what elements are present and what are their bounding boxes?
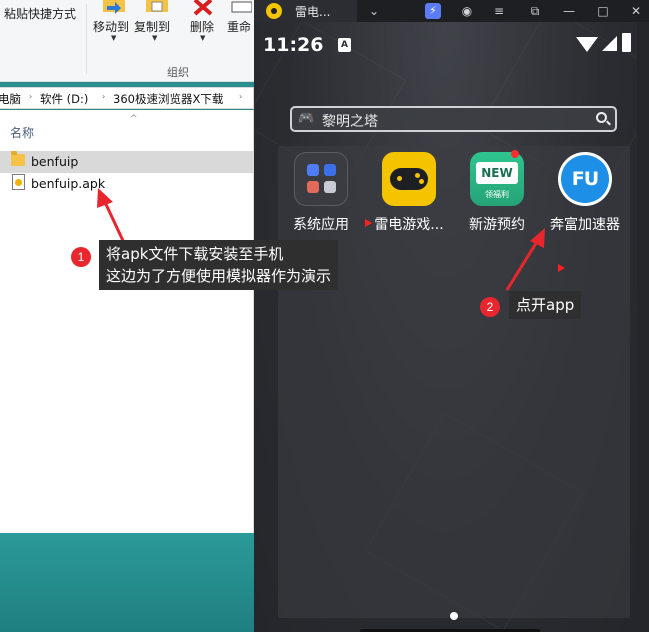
- account-icon[interactable]: ◉: [454, 0, 480, 22]
- delete-icon: [193, 0, 213, 16]
- rename-button[interactable]: 重命: [227, 18, 251, 35]
- restore-window-icon[interactable]: ⧉: [522, 0, 548, 22]
- ribbon-toolbar: 粘贴快捷方式 移动到 ▼ 复制到 ▼ 删除 ▼ 重命 组织: [0, 0, 254, 82]
- notification-dot: [511, 150, 519, 158]
- breadcrumb-chevron-icon[interactable]: ›: [102, 92, 105, 101]
- emulator-window: 雷电... ⌄ ⚡ ◉ ≡ ⧉ — □ ✕ 11:26 A 🎮 黎明之塔 系统应…: [254, 0, 649, 632]
- delete-dropdown-icon[interactable]: ▼: [200, 34, 205, 42]
- page-indicator-dot: [450, 612, 458, 620]
- new-badge: NEW: [476, 162, 518, 184]
- signal-icon: [602, 36, 617, 51]
- app-fu-accelerator[interactable]: FU 奔富加速器: [543, 144, 627, 234]
- search-text: 黎明之塔: [322, 114, 378, 130]
- app-label: 雷电游戏...: [374, 217, 444, 233]
- breadcrumb-download-folder[interactable]: 360极速浏览器X下载: [113, 91, 223, 107]
- new-game-subtext: 领福利: [485, 190, 509, 199]
- breadcrumb-chevron-icon[interactable]: ›: [29, 92, 32, 101]
- breadcrumb-chevron-icon[interactable]: ›: [239, 92, 242, 101]
- minimize-icon[interactable]: —: [556, 0, 582, 22]
- file-row-folder[interactable]: benfuip: [0, 151, 254, 173]
- emulator-tab[interactable]: 雷电...: [254, 0, 357, 22]
- gamepad-dot: [419, 179, 424, 184]
- delete-button[interactable]: 删除: [190, 18, 214, 35]
- move-to-button[interactable]: 移动到: [93, 18, 129, 35]
- app-new-games[interactable]: NEW 领福利 新游预约: [455, 144, 539, 234]
- emulator-side-toolbar: [637, 22, 649, 632]
- search-bar[interactable]: 🎮 黎明之塔: [290, 106, 617, 132]
- address-bar[interactable]: 电脑 › 软件 (D:) › 360极速浏览器X下载 ›: [0, 87, 254, 109]
- battery-icon: [622, 33, 631, 52]
- close-icon[interactable]: ✕: [623, 0, 649, 22]
- gamepad-dot: [415, 173, 420, 178]
- file-name: benfuip: [31, 154, 79, 169]
- breadcrumb-drive-d[interactable]: 软件 (D:): [40, 91, 88, 107]
- maximize-icon[interactable]: □: [590, 0, 616, 22]
- app-label: 系统应用: [293, 217, 349, 233]
- move-to-dropdown-icon[interactable]: ▼: [111, 34, 116, 42]
- wifi-icon: [576, 37, 598, 52]
- ribbon-divider: [86, 4, 87, 74]
- callout-line: 这边为了方便使用模拟器作为演示: [106, 267, 332, 285]
- boost-icon[interactable]: ⚡: [425, 3, 441, 19]
- leidian-logo-icon: [266, 3, 282, 19]
- file-explorer-window: 粘贴快捷方式 移动到 ▼ 复制到 ▼ 删除 ▼ 重命 组织 电脑 › 软件 (D…: [0, 0, 254, 632]
- breadcrumb-computer[interactable]: 电脑: [0, 91, 21, 107]
- mini-app-icon: [307, 181, 319, 193]
- sort-up-icon: ^: [130, 114, 138, 124]
- emulator-titlebar: 雷电... ⌄ ⚡ ◉ ≡ ⧉ — □ ✕: [254, 0, 649, 22]
- move-to-icon: [103, 0, 125, 14]
- mini-app-icon: [307, 164, 319, 176]
- column-header-name[interactable]: 名称: [10, 124, 34, 141]
- paste-shortcut-button[interactable]: 粘贴快捷方式: [4, 5, 76, 22]
- app-label: 新游预约: [469, 217, 525, 233]
- chevron-down-icon[interactable]: ⌄: [361, 0, 387, 22]
- app-system-apps[interactable]: 系统应用: [279, 144, 363, 234]
- annotation-callout-1: 将apk文件下载安装至手机 这边为了方便使用模拟器作为演示: [99, 240, 339, 290]
- desktop-background: [0, 533, 254, 632]
- annotation-callout-2: 点开app: [509, 291, 582, 319]
- gamepad-icon: [382, 152, 436, 206]
- file-name: benfuip.apk: [31, 176, 106, 191]
- status-bar-time: 11:26: [263, 34, 324, 56]
- ribbon-group-organize-label: 组织: [167, 66, 189, 79]
- file-row-apk[interactable]: benfuip.apk: [0, 173, 254, 195]
- gamepad-dot: [397, 176, 402, 181]
- apk-file-icon: [12, 174, 25, 190]
- notification-a-icon: A: [338, 38, 351, 52]
- copy-to-icon: [146, 0, 168, 12]
- menu-icon[interactable]: ≡: [486, 0, 512, 22]
- red-marker-icon: [558, 264, 565, 272]
- callout-line: 将apk文件下载安装至手机: [106, 245, 284, 263]
- mini-app-icon: [324, 181, 336, 193]
- annotation-number-1: 1: [71, 247, 91, 267]
- red-marker-icon: [365, 219, 372, 227]
- search-icon[interactable]: [596, 112, 607, 123]
- emulator-tab-title: 雷电...: [295, 5, 331, 19]
- copy-to-dropdown-icon[interactable]: ▼: [152, 34, 157, 42]
- folder-grid-icon: [294, 152, 348, 206]
- new-game-icon: NEW 领福利: [470, 152, 524, 206]
- annotation-number-2: 2: [480, 297, 500, 317]
- callout-line: 点开app: [516, 296, 575, 314]
- folder-icon: [11, 151, 25, 166]
- gamepad-shape: [390, 168, 428, 190]
- fu-accelerator-icon: FU: [558, 152, 612, 206]
- gamepad-icon: 🎮: [298, 111, 315, 126]
- mini-app-icon: [324, 164, 336, 176]
- rename-icon: [231, 1, 252, 13]
- app-label: 奔富加速器: [550, 217, 620, 233]
- file-list: ^ 名称 benfuip benfuip.apk: [0, 110, 254, 533]
- copy-to-button[interactable]: 复制到: [134, 18, 170, 35]
- fu-logo-text: FU: [561, 155, 609, 203]
- app-leidian-games[interactable]: 雷电游戏...: [367, 144, 451, 234]
- android-screen: 11:26 A 🎮 黎明之塔 系统应用 雷电游戏... NEW 领福利 新游预约…: [254, 22, 637, 632]
